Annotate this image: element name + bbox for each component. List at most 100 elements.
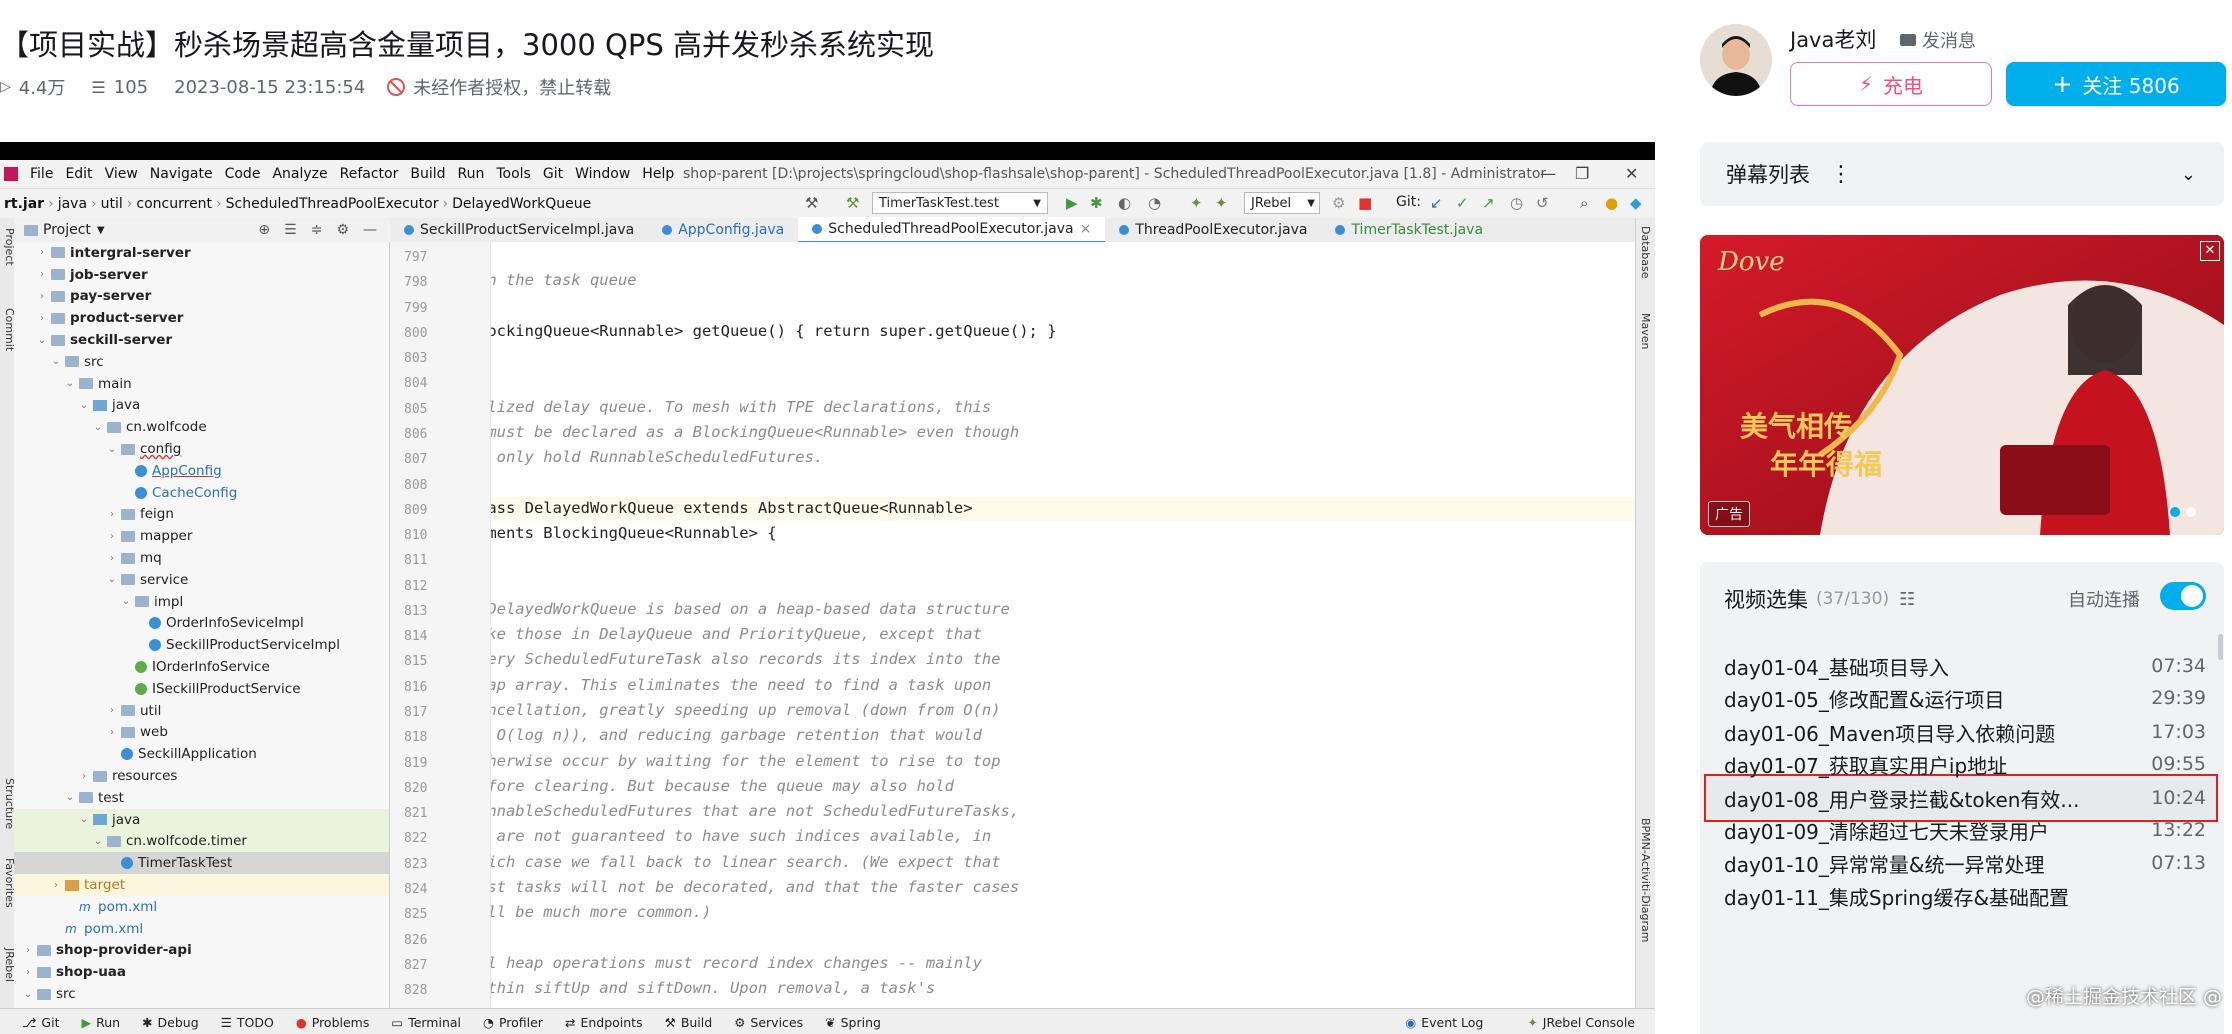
- tree-item[interactable]: ⌄ cn.wolfcode.timer: [14, 830, 389, 853]
- follow-button[interactable]: + 关注 5806: [2006, 62, 2226, 106]
- tree-item[interactable]: › shop-uaa: [14, 961, 389, 983]
- tree-arrow-icon[interactable]: ⌄: [64, 378, 76, 389]
- tree-item[interactable]: ISeckillProductService: [14, 678, 389, 700]
- locate-icon[interactable]: ⊕: [258, 222, 270, 238]
- build-icon[interactable]: ⚒: [805, 194, 818, 212]
- git-update-icon[interactable]: ↙: [1430, 194, 1443, 212]
- tree-arrow-icon[interactable]: ›: [22, 967, 34, 978]
- tree-arrow-icon[interactable]: ⌄: [92, 836, 104, 847]
- menu-item-analyze[interactable]: Analyze: [272, 166, 327, 182]
- breadcrumb-item[interactable]: ScheduledThreadPoolExecutor: [226, 196, 439, 212]
- tree-item[interactable]: ⌄ src: [14, 351, 389, 373]
- tree-arrow-icon[interactable]: ›: [106, 531, 118, 542]
- tree-item[interactable]: › feign: [14, 504, 389, 526]
- status-tool[interactable]: ❦ Spring: [825, 1015, 881, 1030]
- menu-item-view[interactable]: View: [105, 166, 138, 182]
- ad-close-icon[interactable]: ✕: [2200, 241, 2220, 261]
- tree-item[interactable]: m pom.xml: [14, 896, 389, 918]
- search-icon[interactable]: ⌕: [1580, 194, 1588, 212]
- tree-item[interactable]: › web: [14, 722, 389, 744]
- menu-item-navigate[interactable]: Navigate: [150, 166, 213, 182]
- breadcrumb-item[interactable]: util: [101, 196, 123, 212]
- run-config-select[interactable]: TimerTaskTest.test ▼: [872, 192, 1048, 214]
- editor-tab[interactable]: AppConfig.java: [648, 218, 798, 242]
- maximize-icon[interactable]: ❐: [1575, 164, 1589, 183]
- status-tool[interactable]: ▶ Run: [81, 1015, 120, 1030]
- tree-item[interactable]: › shop-provider-api: [14, 940, 389, 962]
- update-icon[interactable]: ●: [1605, 194, 1618, 212]
- tree-arrow-icon[interactable]: ⌄: [106, 574, 118, 585]
- menu-item-window[interactable]: Window: [575, 166, 630, 182]
- git-commit-icon[interactable]: ✓: [1456, 194, 1469, 212]
- tree-arrow-icon[interactable]: ⌄: [106, 444, 118, 455]
- advertisement-banner[interactable]: Dove 美气相传 年年得福 ✕ 广告: [1700, 235, 2224, 535]
- tree-item[interactable]: SeckillProductServiceImpl: [14, 634, 389, 656]
- expand-icon[interactable]: ≑: [311, 222, 323, 238]
- tree-item[interactable]: IOrderInfoService: [14, 656, 389, 678]
- tree-item[interactable]: SeckillApplication: [14, 743, 389, 765]
- tree-arrow-icon[interactable]: ⌄: [36, 335, 48, 346]
- tree-arrow-icon[interactable]: ⌄: [120, 596, 132, 607]
- status-tool[interactable]: ▭ Terminal: [391, 1015, 461, 1030]
- ad-dot-active[interactable]: [2170, 507, 2180, 517]
- tree-item[interactable]: CacheConfig: [14, 482, 389, 504]
- tree-arrow-icon[interactable]: ›: [36, 313, 48, 324]
- jrebel-debug-icon[interactable]: ✦: [1215, 194, 1228, 212]
- tree-item[interactable]: › product-server: [14, 307, 389, 329]
- tree-item[interactable]: ⌄ impl: [14, 591, 389, 613]
- collapse-icon[interactable]: ☰: [284, 222, 297, 238]
- tree-item[interactable]: › intergral-server: [14, 242, 389, 264]
- tree-arrow-icon[interactable]: ⌄: [78, 400, 90, 411]
- tree-arrow-icon[interactable]: ⌄: [50, 356, 62, 367]
- tree-item[interactable]: ⌄ test: [14, 787, 389, 809]
- ad-dot[interactable]: [2186, 507, 2196, 517]
- jrebel-console[interactable]: ✦ JRebel Console: [1527, 1015, 1635, 1030]
- menu-item-file[interactable]: File: [30, 166, 53, 182]
- episode-item[interactable]: day01-11_集成Spring缓存&基础配置: [1724, 875, 2206, 917]
- breadcrumb-item[interactable]: java: [58, 196, 87, 212]
- breadcrumb-item[interactable]: DelayedWorkQueue: [452, 196, 591, 212]
- code-editor[interactable]: * * @return the task queue */ public Blo…: [491, 242, 1635, 1008]
- tree-item[interactable]: › resources: [14, 765, 389, 787]
- chevron-down-icon[interactable]: ⌄: [2181, 164, 2196, 185]
- tree-arrow-icon[interactable]: ›: [22, 945, 34, 956]
- minimize-icon[interactable]: —: [1540, 164, 1556, 183]
- tree-item[interactable]: ⌄ java: [14, 395, 389, 417]
- menu-item-refactor[interactable]: Refactor: [340, 166, 399, 182]
- run-icon[interactable]: ▶: [1066, 194, 1078, 212]
- more-icon[interactable]: ⋮: [1830, 162, 1852, 187]
- tree-arrow-icon[interactable]: ›: [106, 705, 118, 716]
- hide-icon[interactable]: —: [363, 222, 377, 238]
- status-tool[interactable]: ☰ TODO: [221, 1015, 274, 1030]
- menu-item-edit[interactable]: Edit: [65, 166, 92, 182]
- tree-item[interactable]: ⌄ seckill-server: [14, 329, 389, 351]
- tree-arrow-icon[interactable]: ⌄: [92, 422, 104, 433]
- tree-item[interactable]: › target: [14, 874, 389, 896]
- danmaku-list-panel[interactable]: 弹幕列表 ⋮ ⌄: [1700, 142, 2224, 206]
- tree-item[interactable]: ⌄ main: [14, 373, 389, 395]
- tree-arrow-icon[interactable]: ⌄: [22, 989, 34, 1000]
- tree-arrow-icon[interactable]: ›: [36, 291, 48, 302]
- coverage-icon[interactable]: ◐: [1118, 194, 1131, 212]
- playlist-scrollbar[interactable]: [2218, 634, 2223, 660]
- tree-item[interactable]: ⌄ src: [14, 983, 389, 1005]
- git-push-icon[interactable]: ↗: [1482, 194, 1495, 212]
- editor-tab[interactable]: ThreadPoolExecutor.java: [1105, 218, 1321, 242]
- project-label[interactable]: Project: [43, 222, 91, 238]
- tree-arrow-icon[interactable]: ›: [106, 727, 118, 738]
- tree-arrow-icon[interactable]: ⌄: [64, 792, 76, 803]
- tree-item[interactable]: ⌄ java: [14, 808, 389, 831]
- tool-bpmn[interactable]: BPMN-Activiti-Diagram: [1639, 818, 1652, 943]
- status-tool[interactable]: ✱ Debug: [142, 1015, 199, 1030]
- event-log[interactable]: ◉ Event Log: [1405, 1015, 1483, 1030]
- tree-item[interactable]: TimerTaskTest: [14, 852, 389, 875]
- tab-close-icon[interactable]: ×: [1080, 221, 1092, 237]
- debug-icon[interactable]: ✱: [1090, 194, 1103, 212]
- edit-config-icon[interactable]: ⚙: [1332, 194, 1345, 212]
- tree-item[interactable]: ⌄ cn.wolfcode: [14, 416, 389, 438]
- tree-arrow-icon[interactable]: ›: [36, 269, 48, 280]
- tree-arrow-icon[interactable]: ›: [36, 247, 48, 258]
- tree-item[interactable]: › pay-server: [14, 286, 389, 308]
- settings-icon[interactable]: ⚙: [336, 222, 349, 238]
- menu-item-help[interactable]: Help: [642, 166, 674, 182]
